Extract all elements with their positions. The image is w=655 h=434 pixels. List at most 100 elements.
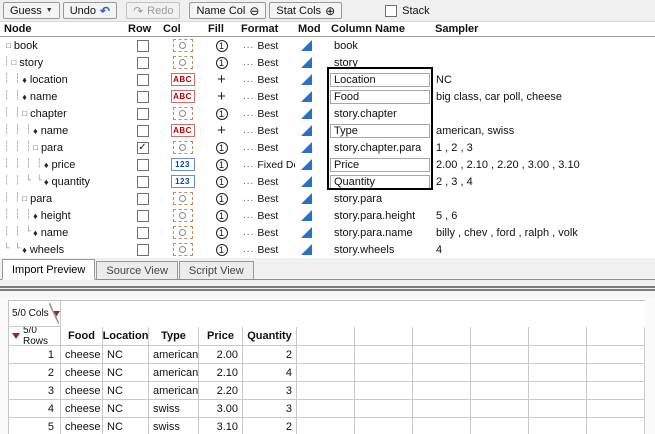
format-menu-dots[interactable]: ... — [243, 227, 254, 238]
preview-cell[interactable]: NC — [103, 346, 149, 364]
preview-cell[interactable]: NC — [103, 364, 149, 382]
name-col-button[interactable]: Name Col ⊖ — [189, 2, 266, 19]
row-number[interactable]: 1 — [9, 346, 61, 364]
preview-column-header-quantity[interactable]: Quantity — [243, 327, 297, 346]
column-name-input[interactable]: Quantity — [330, 175, 430, 189]
preview-cell[interactable]: 2 — [243, 346, 297, 364]
preview-cell[interactable]: cheese — [61, 346, 103, 364]
modeling-type-icon[interactable] — [301, 125, 312, 136]
node-cell[interactable]: ┆ ┆♦location — [0, 71, 125, 88]
row-checkbox[interactable] — [137, 193, 149, 205]
modeling-type-icon[interactable] — [301, 40, 312, 51]
tab-import-preview[interactable]: Import Preview — [2, 259, 95, 280]
column-name-input[interactable]: Location — [330, 73, 430, 87]
stat-cols-button[interactable]: Stat Cols ⊕ — [269, 2, 342, 19]
row-checkbox[interactable] — [137, 57, 149, 69]
guess-button[interactable]: Guess ▼ — [3, 2, 60, 19]
format-value[interactable]: Best — [257, 193, 278, 205]
character-column-icon[interactable]: ABC — [171, 124, 195, 137]
row-number[interactable]: 4 — [9, 400, 61, 418]
fill-once-icon[interactable]: 1 — [216, 40, 228, 52]
preview-column-header-location[interactable]: Location — [103, 327, 149, 346]
preview-cell[interactable]: NC — [103, 400, 149, 418]
format-value[interactable]: Best — [257, 91, 278, 103]
redo-button[interactable]: ↷ Redo — [126, 2, 180, 19]
preview-cell[interactable]: 4 — [243, 364, 297, 382]
format-menu-dots[interactable]: ... — [243, 159, 254, 170]
preview-cell[interactable]: 2.00 — [199, 346, 243, 364]
numeric-column-icon[interactable]: 123 — [171, 175, 195, 188]
row-checkbox[interactable]: ✓ — [137, 142, 149, 154]
format-menu-dots[interactable]: ... — [243, 125, 254, 136]
row-number[interactable]: 3 — [9, 382, 61, 400]
modeling-type-icon[interactable] — [301, 193, 312, 204]
format-menu-dots[interactable]: ... — [243, 91, 254, 102]
row-checkbox[interactable] — [137, 176, 149, 188]
tab-source-view[interactable]: Source View — [96, 261, 178, 279]
stack-checkbox[interactable] — [385, 5, 397, 17]
rows-panel-badge[interactable]: 5/0 Rows — [9, 327, 61, 346]
modeling-type-icon[interactable] — [301, 176, 312, 187]
fill-once-icon[interactable]: 1 — [216, 176, 228, 188]
preview-cell[interactable]: swiss — [149, 418, 199, 434]
preview-column-header-price[interactable]: Price — [199, 327, 243, 346]
preview-cell[interactable]: cheese — [61, 382, 103, 400]
format-menu-dots[interactable]: ... — [243, 244, 254, 255]
fill-once-icon[interactable]: 1 — [216, 108, 228, 120]
format-menu-dots[interactable]: ... — [243, 210, 254, 221]
row-checkbox[interactable] — [137, 244, 149, 256]
fill-once-icon[interactable]: 1 — [216, 57, 228, 69]
preview-cell[interactable]: 2 — [243, 418, 297, 434]
preview-cell[interactable]: american — [149, 346, 199, 364]
modeling-type-icon[interactable] — [301, 227, 312, 238]
fill-once-icon[interactable]: 1 — [216, 210, 228, 222]
preview-cell[interactable]: cheese — [61, 364, 103, 382]
preview-cell[interactable]: 3 — [243, 400, 297, 418]
rows-menu-icon[interactable] — [12, 333, 20, 339]
node-cell[interactable]: ┆ ┆□chapter — [0, 105, 125, 122]
format-value[interactable]: Best — [257, 244, 278, 256]
modeling-type-icon[interactable] — [301, 210, 312, 221]
format-menu-dots[interactable]: ... — [243, 193, 254, 204]
preview-cell[interactable]: 2.20 — [199, 382, 243, 400]
fill-once-icon[interactable]: 1 — [216, 227, 228, 239]
row-checkbox[interactable] — [137, 125, 149, 137]
fill-plus-icon[interactable]: + — [217, 74, 226, 86]
fill-once-icon[interactable]: 1 — [216, 193, 228, 205]
preview-cell[interactable]: cheese — [61, 400, 103, 418]
character-column-icon[interactable]: ABC — [171, 90, 195, 103]
columns-panel-badge[interactable]: 5/0 Cols — [9, 301, 61, 327]
format-menu-dots[interactable]: ... — [243, 176, 254, 187]
format-value[interactable]: Best — [257, 74, 278, 86]
format-value[interactable]: Best — [257, 125, 278, 137]
format-menu-dots[interactable]: ... — [243, 57, 254, 68]
format-value[interactable]: Best — [257, 108, 278, 120]
preview-column-header-food[interactable]: Food — [61, 327, 103, 346]
fill-once-icon[interactable]: 1 — [216, 244, 228, 256]
row-checkbox[interactable] — [137, 40, 149, 52]
modeling-type-icon[interactable] — [301, 91, 312, 102]
node-cell[interactable]: ┆ ┆ ┆♦name — [0, 122, 125, 139]
undo-button[interactable]: Undo ↶ — [63, 2, 117, 19]
format-value[interactable]: Best — [257, 176, 278, 188]
preview-cell[interactable]: swiss — [149, 400, 199, 418]
no-column-icon[interactable] — [173, 39, 193, 52]
no-column-icon[interactable] — [173, 243, 193, 256]
preview-cell[interactable]: cheese — [61, 418, 103, 434]
modeling-type-icon[interactable] — [301, 159, 312, 170]
column-name-input[interactable]: Type — [330, 124, 430, 138]
fill-once-icon[interactable]: 1 — [216, 142, 228, 154]
format-menu-dots[interactable]: ... — [243, 108, 254, 119]
no-column-icon[interactable] — [173, 56, 193, 69]
preview-cell[interactable]: NC — [103, 382, 149, 400]
node-cell[interactable]: ┆ ┆ └ └♦quantity — [0, 173, 125, 190]
no-column-icon[interactable] — [173, 107, 193, 120]
format-value[interactable]: Best — [257, 57, 278, 69]
modeling-type-icon[interactable] — [301, 244, 312, 255]
format-menu-dots[interactable]: ... — [243, 74, 254, 85]
row-checkbox[interactable] — [137, 210, 149, 222]
node-cell[interactable]: □book — [0, 37, 125, 54]
node-cell[interactable]: ┆□story — [0, 54, 125, 71]
format-value[interactable]: Best — [257, 40, 278, 52]
row-number[interactable]: 5 — [9, 418, 61, 434]
